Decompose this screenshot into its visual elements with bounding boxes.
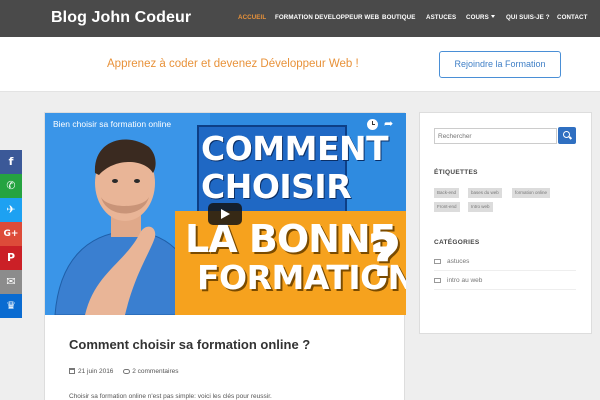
- whatsapp-icon[interactable]: ✆: [0, 174, 22, 198]
- main-menu: ACCUEIL FORMATION DEVELOPPEUR WEB BOUTIQ…: [0, 14, 600, 26]
- tagline-banner: Apprenez à coder et devenez Développeur …: [0, 37, 600, 92]
- post-excerpt: Choisir sa formation online n'est pas si…: [69, 393, 272, 400]
- tag-item[interactable]: Front-end: [434, 202, 460, 212]
- share-icon[interactable]: ➦: [384, 118, 397, 131]
- post-date: 21 juin 2016: [78, 368, 114, 375]
- nav-item-cours[interactable]: COURS: [466, 14, 495, 21]
- tag-item[interactable]: Back-end: [434, 188, 460, 198]
- watch-later-icon[interactable]: [367, 119, 378, 130]
- chevron-down-icon: [490, 15, 495, 18]
- tag-item[interactable]: formation online: [512, 188, 551, 198]
- category-item[interactable]: intro au web: [434, 272, 576, 290]
- thumbnail-question-mark: ?: [367, 221, 402, 291]
- twitter-icon[interactable]: ✈: [0, 198, 22, 222]
- email-icon[interactable]: ✉: [0, 270, 22, 294]
- sidebar: ÉTIQUETTES Back-end bases du web formati…: [419, 112, 592, 334]
- comment-icon: [123, 369, 131, 374]
- join-training-button[interactable]: Rejoindre la Formation: [439, 51, 561, 78]
- categories-heading: CATÉGORIES: [434, 239, 480, 246]
- facebook-icon[interactable]: f: [0, 150, 22, 174]
- post-meta: 21 juin 2016 2 commentaires: [69, 368, 178, 375]
- post-title[interactable]: Comment choisir sa formation online ?: [69, 337, 310, 352]
- top-navbar: Blog John Codeur ACCUEIL FORMATION DEVEL…: [0, 0, 600, 37]
- nav-item-cours-label: COURS: [466, 14, 489, 21]
- folder-icon: [434, 259, 441, 264]
- search-input[interactable]: [434, 128, 557, 144]
- thumbnail-line-1: COMMENT: [201, 129, 389, 168]
- category-item[interactable]: astuces: [434, 253, 576, 271]
- nav-item-formation[interactable]: FORMATION DEVELOPPEUR WEB: [275, 14, 379, 21]
- folder-icon: [434, 278, 441, 283]
- nav-item-astuces[interactable]: ASTUCES: [426, 14, 456, 21]
- video-title[interactable]: Bien choisir sa formation online: [53, 119, 171, 129]
- thumbnail-line-2: CHOISIR: [201, 167, 352, 206]
- category-label: intro au web: [447, 277, 483, 284]
- nav-item-boutique[interactable]: BOUTIQUE: [382, 14, 415, 21]
- calendar-icon: [69, 368, 75, 374]
- category-label: astuces: [447, 258, 470, 265]
- tag-item[interactable]: Intro web: [468, 202, 493, 212]
- post-comments-link[interactable]: 2 commentaires: [132, 368, 178, 375]
- play-button[interactable]: [208, 203, 242, 225]
- tag-item[interactable]: bases du web: [468, 188, 502, 198]
- nav-item-qui-suis-je[interactable]: QUI SUIS-JE ?: [506, 14, 550, 21]
- tags-heading: ÉTIQUETTES: [434, 169, 478, 176]
- tagline-text: Apprenez à coder et devenez Développeur …: [107, 58, 359, 70]
- sumome-icon[interactable]: ♛: [0, 294, 22, 318]
- nav-item-accueil[interactable]: ACCUEIL: [238, 14, 266, 21]
- google-plus-icon[interactable]: G+: [0, 222, 22, 246]
- post-card: COMMENT CHOISIR LA BONNE FORMATION ? Bie…: [44, 112, 406, 400]
- pinterest-icon[interactable]: P: [0, 246, 22, 270]
- search-button[interactable]: [558, 127, 576, 144]
- nav-item-contact[interactable]: CONTACT: [557, 14, 588, 21]
- video-embed[interactable]: COMMENT CHOISIR LA BONNE FORMATION ? Bie…: [45, 113, 406, 315]
